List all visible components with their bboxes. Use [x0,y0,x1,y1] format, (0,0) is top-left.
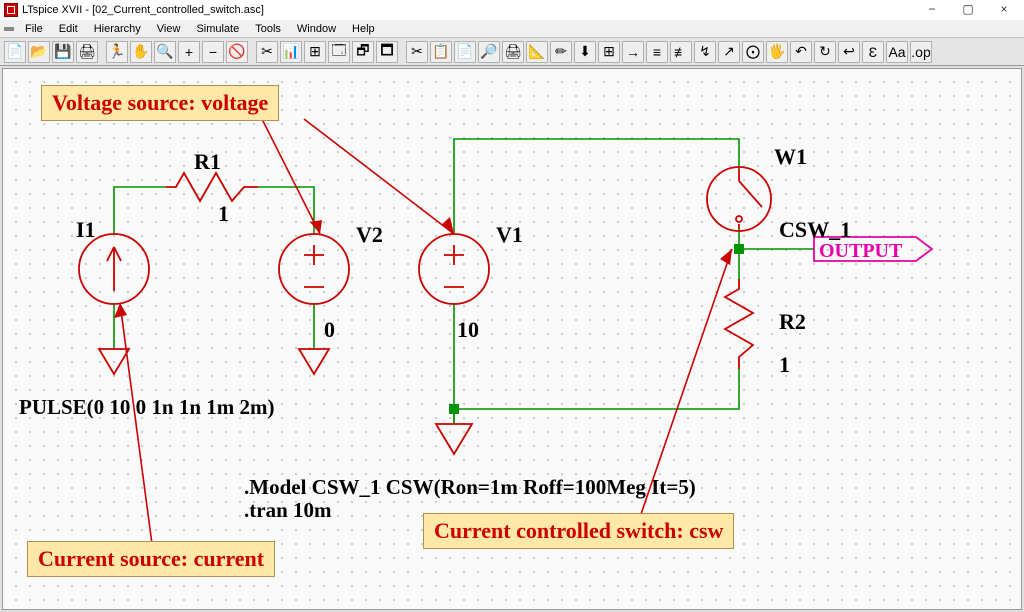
val-w1[interactable]: CSW_1 [779,217,851,242]
val-r2[interactable]: 1 [779,352,790,377]
component-r2[interactable] [725,279,753,369]
tool-copy-icon[interactable]: 📋 [430,41,452,63]
callout-voltage: Voltage source: voltage [41,85,279,121]
menu-help[interactable]: Help [344,21,383,37]
tool-win2-icon[interactable]: 🗗 [352,41,374,63]
menu-simulate[interactable]: Simulate [188,21,247,37]
tool-win1-icon[interactable]: 🗔 [328,41,350,63]
ref-w1[interactable]: W1 [774,144,807,169]
component-r1[interactable] [166,173,258,201]
tool-rotate-icon[interactable]: ↩ [838,41,860,63]
tool-find-icon[interactable]: 🔎 [478,41,500,63]
tool-win3-icon[interactable]: 🗖 [376,41,398,63]
tool-draw-icon[interactable]: 📐 [526,41,548,63]
schematic-canvas[interactable]: OUTPUT I1 R1 1 V2 0 V1 10 W1 CSW_1 R2 1 … [2,68,1022,610]
callout-switch: Current controlled switch: csw [423,513,734,549]
tool-ind-icon[interactable]: ≢ [670,41,692,63]
tool-print2-icon[interactable]: 🖨 [502,41,524,63]
tool-paste-icon[interactable]: 📄 [454,41,476,63]
window-minimize-button[interactable]: − [914,0,950,18]
menu-tools[interactable]: Tools [247,21,289,37]
component-v1[interactable] [419,234,489,304]
tool-plot-icon[interactable]: 📊 [280,41,302,63]
callout-current: Current source: current [27,541,275,577]
tool-res-icon[interactable]: → [622,41,644,63]
toolbar-separator [100,41,104,63]
directive-model[interactable]: .Model CSW_1 CSW(Ron=1m Roff=100Meg It=5… [244,475,696,499]
tool-label-icon[interactable]: ⊞ [598,41,620,63]
directive-tran[interactable]: .tran 10m [244,498,332,522]
menu-file[interactable]: File [17,21,51,37]
app-icon [4,3,18,17]
tool-cut-icon[interactable]: ✂ [256,41,278,63]
val-v2[interactable]: 0 [324,317,335,342]
tool-zoomout-icon[interactable]: − [202,41,224,63]
ref-r2[interactable]: R2 [779,309,806,334]
tool-print-icon[interactable]: 🖨 [76,41,98,63]
menu-window[interactable]: Window [289,21,344,37]
tool-mirror-icon[interactable]: Ɛ [862,41,884,63]
menu-bar: File Edit Hierarchy View Simulate Tools … [0,20,1024,38]
menu-view[interactable]: View [149,21,189,37]
ref-i1[interactable]: I1 [76,217,96,242]
tool-save-icon[interactable]: 💾 [52,41,74,63]
toolbar: 📄 📂 💾 🖨 🏃 ✋ 🔍 + − 🚫 ✂ 📊 ⊞ 🗔 🗗 🗖 ✂ 📋 📄 🔎 … [0,38,1024,66]
tool-drag-icon[interactable]: 🖐 [766,41,788,63]
tool-redo-icon[interactable]: ↻ [814,41,836,63]
component-i1[interactable] [79,234,149,304]
window-title: LTspice XVII - [02_Current_controlled_sw… [22,4,264,16]
tool-pen-icon[interactable]: ✏ [550,41,572,63]
toolbar-separator [250,41,254,63]
net-label-text: OUTPUT [819,240,903,262]
tool-cut2-icon[interactable]: ✂ [406,41,428,63]
tool-undo-icon[interactable]: ↶ [790,41,812,63]
val-i1[interactable]: PULSE(0 10 0 1n 1n 1m 2m) [19,395,275,419]
tool-run-icon[interactable]: 🏃 [106,41,128,63]
component-w1[interactable] [707,167,771,231]
mdi-system-menu-icon[interactable] [4,24,14,34]
junction-group [449,244,744,414]
tool-zoom-icon[interactable]: 🔍 [154,41,176,63]
tool-move-icon[interactable]: ⨀ [742,41,764,63]
val-r1[interactable]: 1 [218,201,229,226]
window-close-button[interactable]: × [986,0,1022,18]
ref-v2[interactable]: V2 [356,222,383,247]
tool-cap-icon[interactable]: ≡ [646,41,668,63]
window-maximize-button[interactable]: ▢ [950,0,986,18]
menu-edit[interactable]: Edit [51,21,86,37]
tool-comp-icon[interactable]: ↗ [718,41,740,63]
component-v2[interactable] [279,234,349,304]
tool-text-icon[interactable]: Aa [886,41,908,63]
tool-zoomoff-icon[interactable]: 🚫 [226,41,248,63]
toolbar-separator [400,41,404,63]
tool-gnd-icon[interactable]: ⬇ [574,41,596,63]
tool-diode-icon[interactable]: ↯ [694,41,716,63]
tool-open-icon[interactable]: 📂 [28,41,50,63]
ref-v1[interactable]: V1 [496,222,523,247]
window-title-bar: LTspice XVII - [02_Current_controlled_sw… [0,0,1024,20]
tool-spice-icon[interactable]: .op [910,41,932,63]
tool-new-icon[interactable]: 📄 [4,41,26,63]
wire-group [114,139,814,424]
menu-hierarchy[interactable]: Hierarchy [86,21,149,37]
tool-pan-icon[interactable]: ✋ [130,41,152,63]
tool-tile-icon[interactable]: ⊞ [304,41,326,63]
ref-r1[interactable]: R1 [194,149,221,174]
tool-zoomin-icon[interactable]: + [178,41,200,63]
val-v1[interactable]: 10 [457,317,479,342]
